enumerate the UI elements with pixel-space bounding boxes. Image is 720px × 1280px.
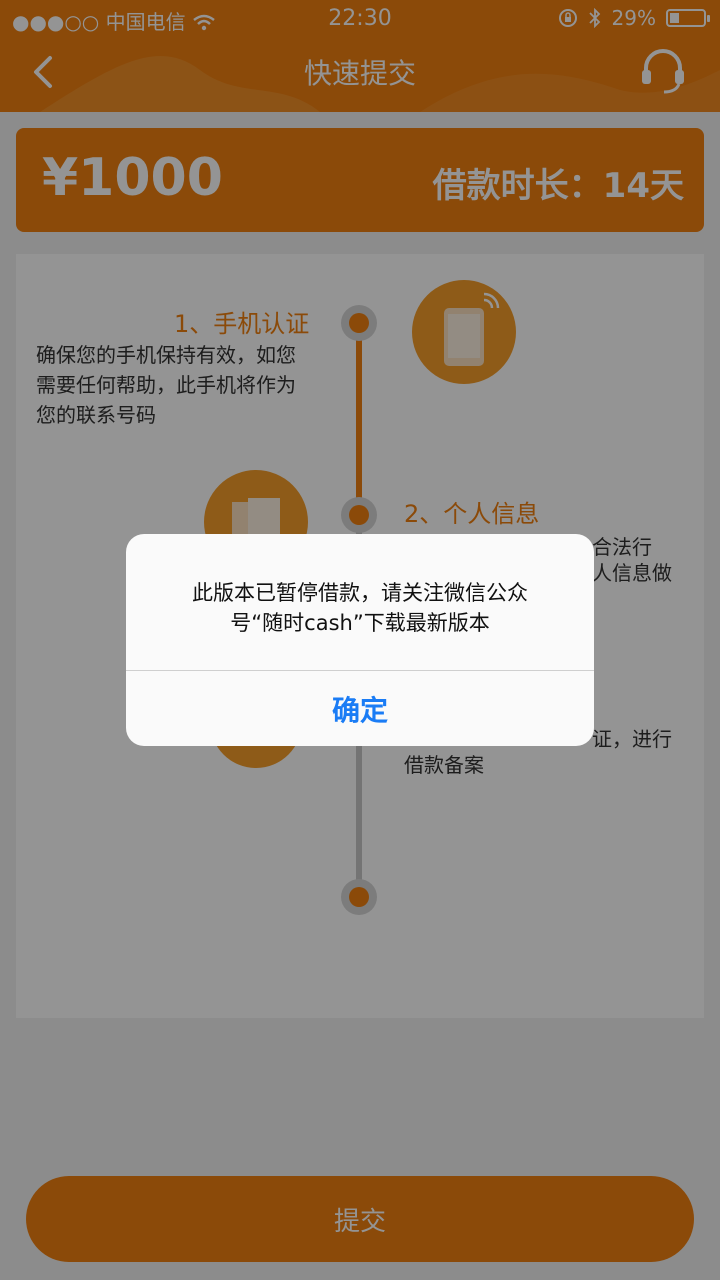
alert-message-line2: 号“随时cash”下载最新版本 [230,611,490,635]
confirm-button[interactable]: 确定 [126,671,594,746]
alert-dialog: 此版本已暂停借款，请关注微信公众 号“随时cash”下载最新版本 确定 [126,534,594,746]
alert-message-line1: 此版本已暂停借款，请关注微信公众 [192,581,528,605]
alert-message: 此版本已暂停借款，请关注微信公众 号“随时cash”下载最新版本 [150,578,570,638]
